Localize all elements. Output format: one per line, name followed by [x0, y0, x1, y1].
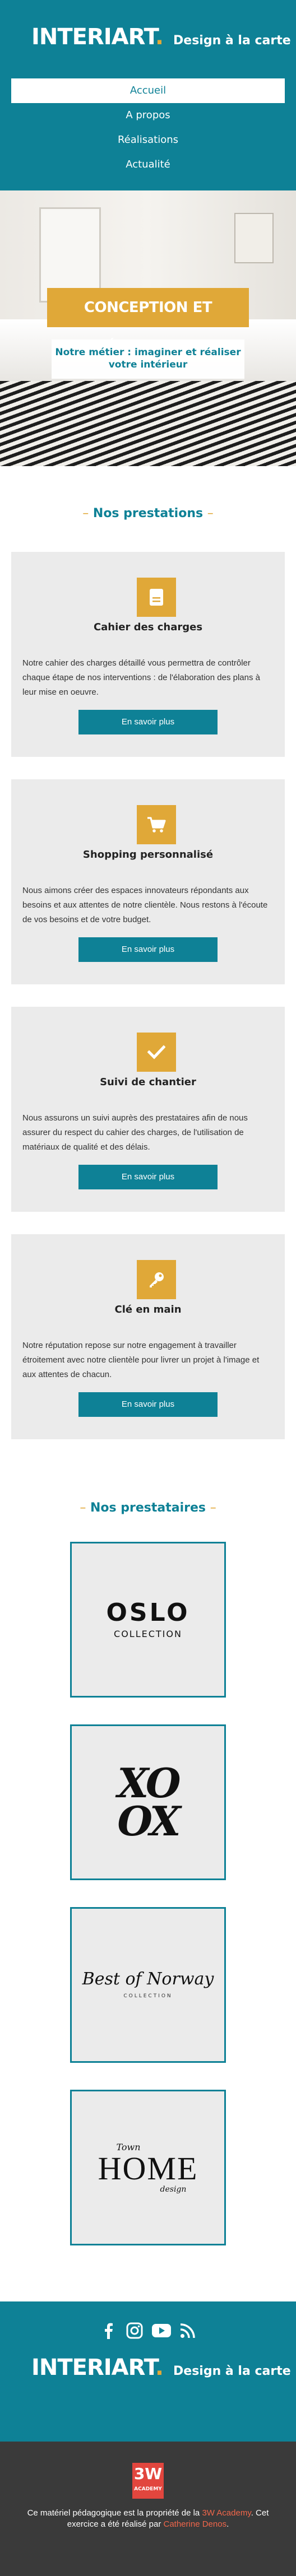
town-home-wordmark: HOME [98, 2150, 198, 2187]
service-icon-box [137, 1033, 176, 1072]
service-title: Shopping personnalisé [82, 849, 214, 861]
hero-subtitle-line-1: Notre métier : imaginer et réaliser [55, 347, 241, 358]
service-card-cahier: Cahier des charges Notre cahier des char… [11, 552, 285, 757]
logo-part-2: ART [111, 2355, 156, 2380]
bon-subtitle: COLLECTION [123, 1993, 173, 1999]
title-dash-left: – [82, 506, 89, 520]
logo-dot: . [155, 2355, 164, 2380]
partners-title-text: Nos prestataires [90, 1501, 206, 1515]
badge-small-text: ACADEMY [134, 2486, 162, 2492]
service-text: Nous assurons un suivi auprès des presta… [22, 1113, 248, 1152]
town-home-bottom: design [160, 2184, 187, 2194]
title-dash-right: – [207, 506, 214, 520]
footer-tagline: Design à la carte [173, 2364, 291, 2378]
credit-prefix: Ce matériel pédagogique est la propriété… [27, 2508, 202, 2518]
learn-more-button[interactable]: En savoir plus [78, 937, 218, 962]
hero-title: CONCEPTION ET RÉALISATION [47, 288, 249, 355]
service-text: Notre cahier des charges détaillé vous p… [22, 658, 260, 697]
footer-bottom: 3W ACADEMY Ce matériel pédagogique est l… [0, 2442, 296, 2576]
site-footer: INTERIART. Design à la carte 3W ACADEMY … [0, 2301, 296, 2576]
learn-more-button[interactable]: En savoir plus [78, 710, 218, 734]
hero-subtitle: Notre métier : imaginer et réaliser votr… [52, 340, 244, 379]
title-dash-right: – [210, 1501, 216, 1515]
hero-frame [234, 213, 274, 263]
logo-part-1: INTERI [31, 24, 112, 50]
services-title-text: Nos prestations [92, 506, 203, 520]
document-icon [150, 589, 163, 606]
nav-item-a-propos[interactable]: A propos [11, 103, 285, 128]
nav-item-accueil[interactable]: Accueil [11, 78, 285, 103]
services-title: – Nos prestations – [0, 506, 296, 520]
youtube-icon[interactable] [151, 2321, 171, 2340]
nav-item-realisations[interactable]: Réalisations [11, 128, 285, 152]
partner-logo-best-of-norway[interactable]: Best of Norway COLLECTION [70, 1907, 226, 2063]
cart-icon [147, 817, 166, 833]
badge-big-text: 3W [133, 2465, 163, 2483]
instagram-icon[interactable] [125, 2321, 144, 2340]
link-3w-academy[interactable]: 3W Academy [202, 2508, 251, 2518]
services-list: Cahier des charges Notre cahier des char… [0, 552, 296, 1439]
site-header: INTERIART. Design à la carte Accueil A p… [0, 0, 296, 190]
title-dash-left: – [80, 1501, 86, 1515]
service-title: Clé en main [114, 1304, 182, 1315]
service-title: Cahier des charges [93, 621, 203, 633]
partners-title: – Nos prestataires – [0, 1501, 296, 1515]
credit-suffix: . [226, 2519, 229, 2529]
logo-part-2: ART [111, 24, 156, 50]
xoox-line-2: OX [117, 1797, 181, 1845]
logo[interactable]: INTERIART. [31, 24, 164, 50]
3w-academy-logo[interactable]: 3W ACADEMY [132, 2463, 164, 2499]
logo-dot: . [155, 24, 164, 50]
key-icon [150, 1272, 164, 1287]
service-icon-box [137, 805, 176, 844]
service-card-suivi: Suivi de chantier Nous assurons un suivi… [11, 1007, 285, 1212]
learn-more-button[interactable]: En savoir plus [78, 1392, 218, 1417]
footer-brand[interactable]: INTERIART. Design à la carte [31, 2356, 291, 2379]
footer-top: INTERIART. Design à la carte [0, 2301, 296, 2442]
brand[interactable]: INTERIART. Design à la carte [31, 26, 291, 48]
service-title: Suivi de chantier [100, 1076, 196, 1088]
partner-logo-town-home[interactable]: Town HOME design [70, 2090, 226, 2245]
link-author[interactable]: Catherine Denos [164, 2519, 227, 2529]
xoox-line-1: XO [117, 1759, 181, 1807]
facebook-icon[interactable] [99, 2321, 118, 2340]
service-text: Notre réputation repose sur notre engage… [22, 1341, 260, 1379]
hero-subtitle-line-2: votre intérieur [108, 359, 188, 370]
hero-banner: CONCEPTION ET RÉALISATION Notre métier :… [0, 190, 296, 466]
service-card-shopping: Shopping personnalisé Nous aimons créer … [11, 779, 285, 984]
service-text: Nous aimons créer des espaces innovateur… [22, 886, 268, 924]
social-links [99, 2321, 197, 2341]
service-card-cle: Clé en main Notre réputation repose sur … [11, 1234, 285, 1439]
check-icon [147, 1045, 165, 1059]
logo-part-1: INTERI [31, 2355, 112, 2380]
service-icon-box [137, 1260, 176, 1299]
learn-more-button[interactable]: En savoir plus [78, 1165, 218, 1189]
partner-logo-xoox[interactable]: XO OX [70, 1724, 226, 1880]
service-icon-box [137, 578, 176, 617]
partner-logo-oslo[interactable]: OSLO COLLECTION [70, 1542, 226, 1698]
nav-item-actualite[interactable]: Actualité [11, 152, 285, 177]
main-nav: Accueil A propos Réalisations Actualité [11, 78, 285, 177]
footer-logo[interactable]: INTERIART. [31, 2355, 164, 2380]
hero-rug [0, 381, 296, 466]
bon-wordmark: Best of Norway [82, 1969, 214, 1989]
oslo-wordmark: OSLO [106, 1598, 190, 1627]
oslo-subtitle: COLLECTION [114, 1628, 182, 1639]
tagline: Design à la carte [173, 34, 291, 48]
credit-text: Ce matériel pédagogique est la propriété… [22, 2508, 274, 2530]
rss-icon[interactable] [178, 2321, 197, 2340]
